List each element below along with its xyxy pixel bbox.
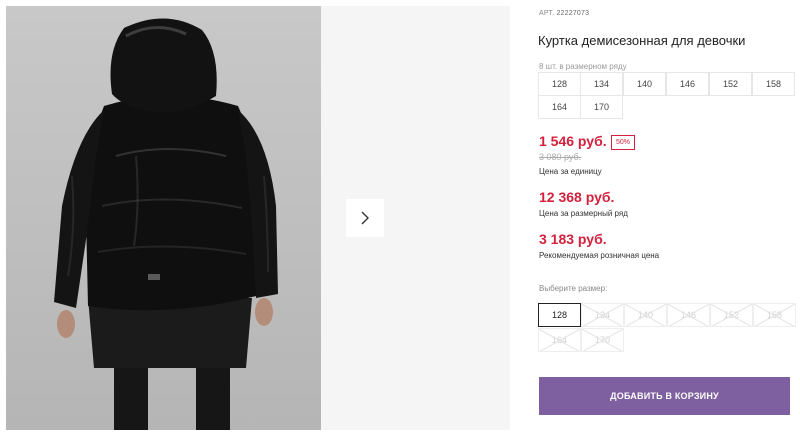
size-row-cell: 164 bbox=[538, 95, 581, 119]
article-label: АРТ. bbox=[539, 10, 555, 17]
unit-price: 1 546 руб. bbox=[539, 133, 607, 149]
size-row-price-label: Цена за размерный ряд bbox=[539, 209, 628, 218]
jacket-photo-illustration bbox=[54, 18, 278, 430]
size-row-cell: 128 bbox=[538, 72, 581, 96]
size-row-cell: 158 bbox=[752, 72, 795, 96]
size-option-164[interactable]: 164 bbox=[538, 328, 581, 352]
size-row-cell: 152 bbox=[709, 72, 752, 96]
product-gallery bbox=[0, 0, 510, 434]
size-option-152[interactable]: 152 bbox=[710, 303, 753, 327]
retail-price: 3 183 руб. bbox=[539, 231, 607, 247]
size-row-cell: 140 bbox=[623, 72, 666, 96]
size-option-146[interactable]: 146 bbox=[667, 303, 710, 327]
article-number: АРТ. 22227073 bbox=[539, 10, 589, 17]
size-option-158[interactable]: 158 bbox=[753, 303, 796, 327]
discount-badge: 50% bbox=[611, 135, 636, 150]
article-value: 22227073 bbox=[556, 10, 590, 17]
size-option-128[interactable]: 128 bbox=[538, 303, 581, 327]
unit-price-label: Цена за единицу bbox=[539, 167, 602, 176]
retail-price-label: Рекомендуемая розничная цена bbox=[539, 251, 660, 260]
product-main-photo[interactable] bbox=[6, 6, 321, 430]
product-info-panel: АРТ. 22227073 Куртка демисезонная для де… bbox=[538, 0, 800, 434]
product-title: Куртка демисезонная для девочки bbox=[538, 33, 746, 48]
size-row-price: 12 368 руб. bbox=[539, 189, 615, 205]
size-row-cell: 134 bbox=[580, 72, 623, 96]
choose-size-label: Выберите размер: bbox=[539, 284, 608, 293]
sizes-count: 8 шт. в размерном ряду bbox=[539, 62, 627, 71]
size-option-140[interactable]: 140 bbox=[624, 303, 667, 327]
next-photo-button[interactable] bbox=[346, 199, 384, 237]
chevron-right-icon bbox=[361, 211, 369, 225]
size-row-cell: 146 bbox=[666, 72, 709, 96]
add-to-cart-button[interactable]: ДОБАВИТЬ В КОРЗИНУ bbox=[539, 377, 790, 415]
size-option-134[interactable]: 134 bbox=[581, 303, 624, 327]
old-price: 3 080 руб. bbox=[539, 152, 582, 162]
size-option-170[interactable]: 170 bbox=[581, 328, 624, 352]
size-row-cell: 170 bbox=[580, 95, 623, 119]
